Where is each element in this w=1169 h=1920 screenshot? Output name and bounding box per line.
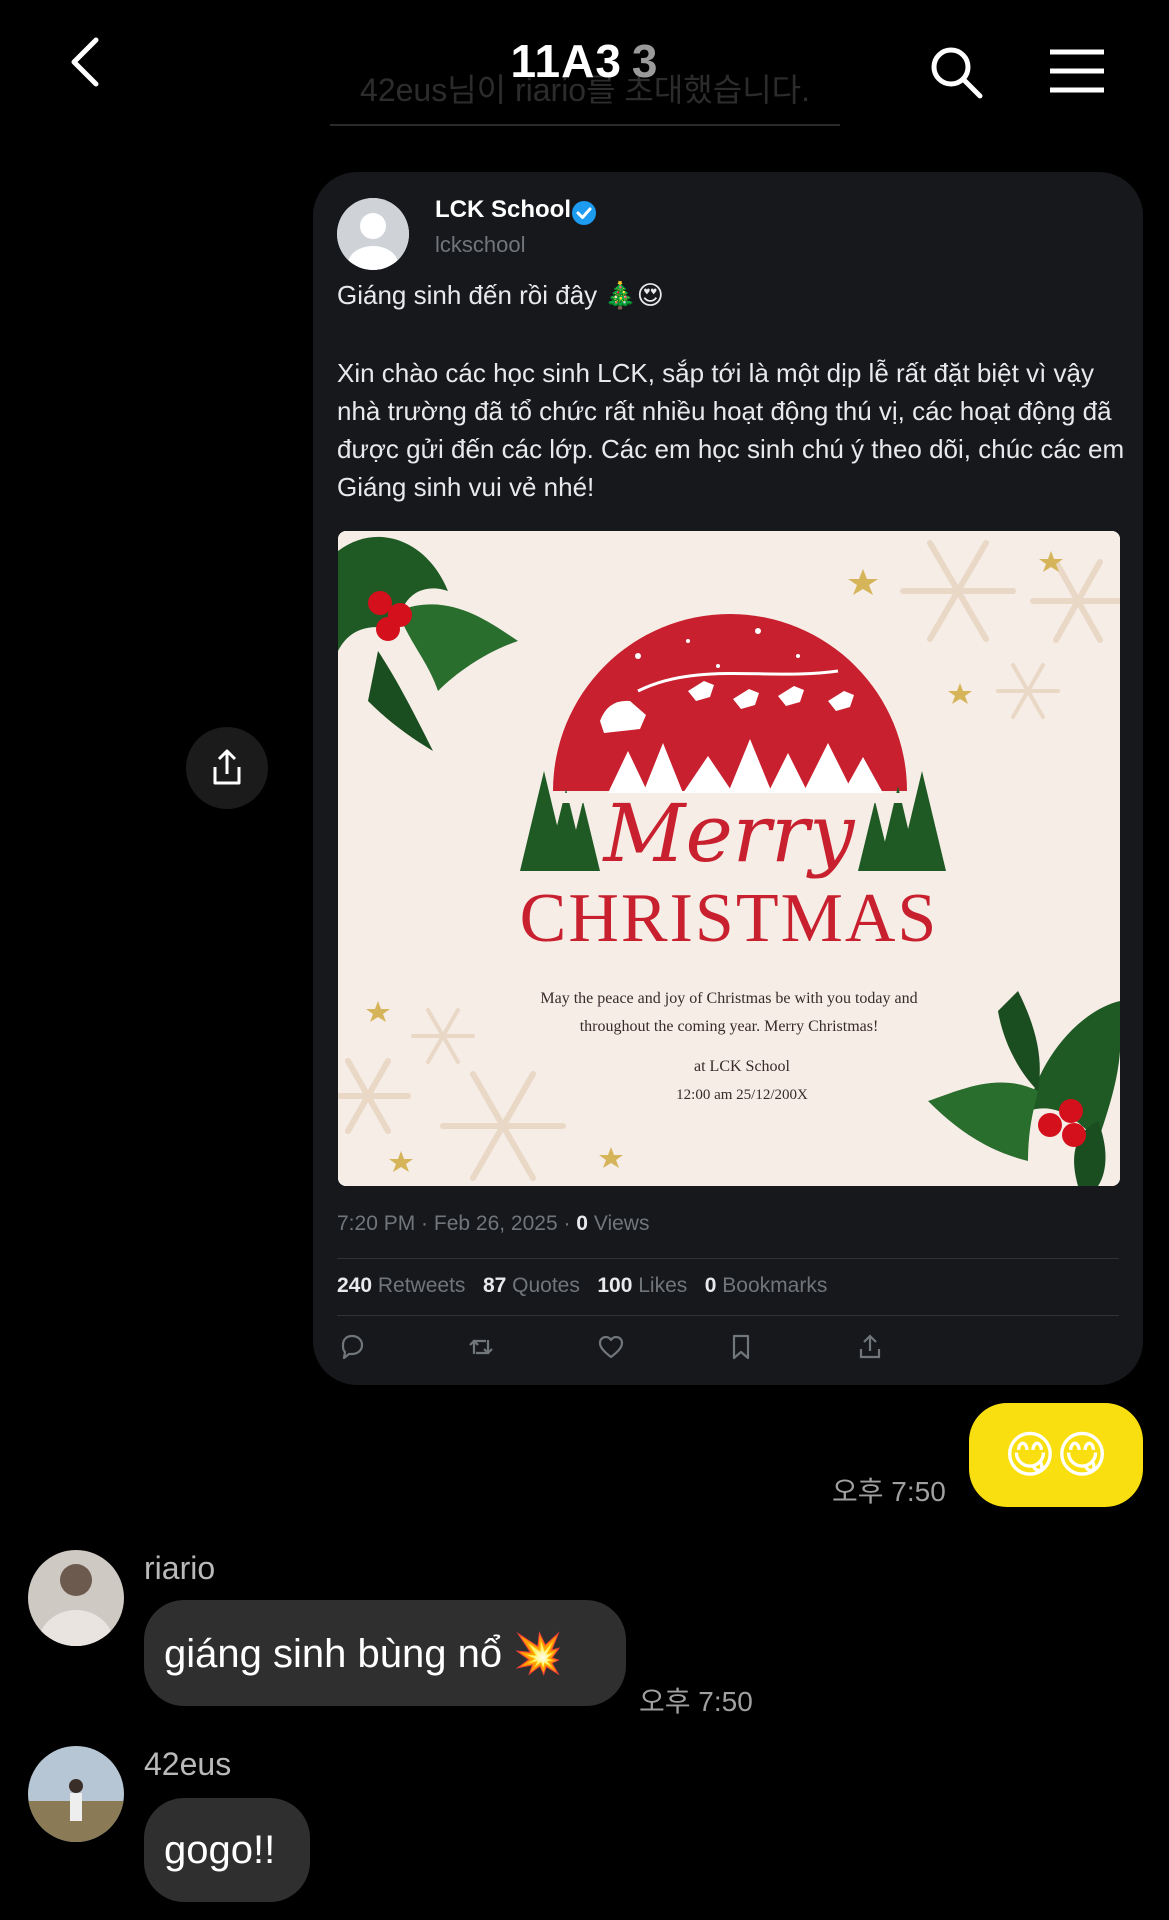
menu-icon bbox=[1050, 49, 1104, 93]
sender-name: riario bbox=[144, 1550, 216, 1586]
likes-count: 100 bbox=[597, 1274, 633, 1297]
christmas-headline: CHRISTMAS bbox=[520, 880, 939, 957]
likes-label: Likes bbox=[632, 1274, 688, 1297]
tweet-author-handle: lckschool bbox=[435, 232, 526, 257]
chat-title: 11A3 3 bbox=[0, 34, 1169, 88]
riario-avatar-photo bbox=[28, 1550, 124, 1646]
bookmarks-count: 0 bbox=[704, 1274, 717, 1297]
card-message-line1: May the peace and joy of Christmas be wi… bbox=[540, 990, 917, 1007]
message-text: 😋😋 bbox=[1003, 1427, 1109, 1483]
tweet-avatar bbox=[337, 198, 409, 270]
reply-icon bbox=[341, 1334, 364, 1360]
retweets-count: 240 bbox=[337, 1274, 373, 1297]
quotes-count: 87 bbox=[482, 1274, 507, 1297]
verified-badge bbox=[571, 200, 597, 226]
member-count: 3 bbox=[631, 35, 659, 87]
message-text: giáng sinh bùng nổ 💥 bbox=[164, 1631, 563, 1676]
card-datetime: 12:00 am 25/12/200X bbox=[676, 1087, 808, 1103]
tweet-stats: 240 Retweets 87 Quotes 100 Likes 0 Bookm… bbox=[337, 1274, 827, 1298]
default-avatar-icon bbox=[337, 198, 409, 270]
message-bubble[interactable]: gogo!! bbox=[144, 1798, 310, 1902]
divider bbox=[337, 1258, 1119, 1259]
shared-tweet-card[interactable]: LCK School lckschool Giáng sinh đến rồi … bbox=[313, 172, 1143, 1385]
share-button[interactable] bbox=[186, 727, 268, 809]
tweet-timestamp: 7:20 PM · Feb 26, 2025 · 0 Views bbox=[337, 1212, 649, 1236]
sender-name: 42eus bbox=[144, 1746, 232, 1782]
chat-room-name: 11A3 bbox=[510, 35, 622, 87]
verified-icon bbox=[572, 201, 596, 225]
bookmarks-label: Bookmarks bbox=[716, 1274, 828, 1297]
42eus-avatar-photo bbox=[28, 1746, 124, 1842]
share-tweet-button[interactable] bbox=[855, 1332, 885, 1362]
tweet-intro-text: Giáng sinh đến rồi đây 🎄😍 bbox=[337, 280, 664, 310]
avatar-riario[interactable] bbox=[28, 1550, 124, 1646]
tweet-date: 7:20 PM · Feb 26, 2025 · bbox=[337, 1212, 577, 1235]
tweet-image[interactable]: Merry CHRISTMAS May the peace and joy of… bbox=[338, 531, 1120, 1186]
christmas-card-graphic: Merry CHRISTMAS May the peace and joy of… bbox=[338, 531, 1120, 1186]
menu-button[interactable] bbox=[1048, 48, 1106, 94]
tweet-body-text: Xin chào các học sinh LCK, sắp tới là mộ… bbox=[337, 358, 1125, 502]
tweet-author-name: LCK School bbox=[435, 196, 571, 223]
message-time: 오후 7:50 bbox=[639, 1686, 753, 1717]
retweets-label: Retweets bbox=[372, 1274, 466, 1297]
search-button[interactable] bbox=[928, 44, 984, 100]
bookmark-icon bbox=[732, 1334, 750, 1360]
message-bubble[interactable]: giáng sinh bùng nổ 💥 bbox=[144, 1600, 626, 1706]
quotes-label: Quotes bbox=[506, 1274, 580, 1297]
message-time: 오후 7:50 bbox=[832, 1476, 946, 1507]
bookmark-button[interactable] bbox=[726, 1332, 756, 1362]
views-count: 0 bbox=[576, 1212, 588, 1235]
message-text: gogo!! bbox=[164, 1827, 276, 1872]
reply-button[interactable] bbox=[337, 1332, 367, 1362]
card-message-line2: throughout the coming year. Merry Christ… bbox=[580, 1018, 879, 1035]
merry-script-text: Merry bbox=[602, 787, 857, 880]
my-message-bubble[interactable]: 😋😋 bbox=[969, 1403, 1143, 1507]
avatar-42eus[interactable] bbox=[28, 1746, 124, 1842]
search-icon bbox=[931, 47, 983, 99]
retweet-icon bbox=[469, 1339, 493, 1355]
like-button[interactable] bbox=[596, 1332, 626, 1362]
retweet-button[interactable] bbox=[466, 1332, 496, 1362]
share-tweet-icon bbox=[859, 1334, 881, 1359]
card-venue: at LCK School bbox=[694, 1058, 791, 1075]
share-icon bbox=[213, 749, 241, 785]
divider bbox=[337, 1315, 1119, 1316]
like-icon bbox=[598, 1335, 624, 1359]
views-label: Views bbox=[587, 1212, 650, 1235]
